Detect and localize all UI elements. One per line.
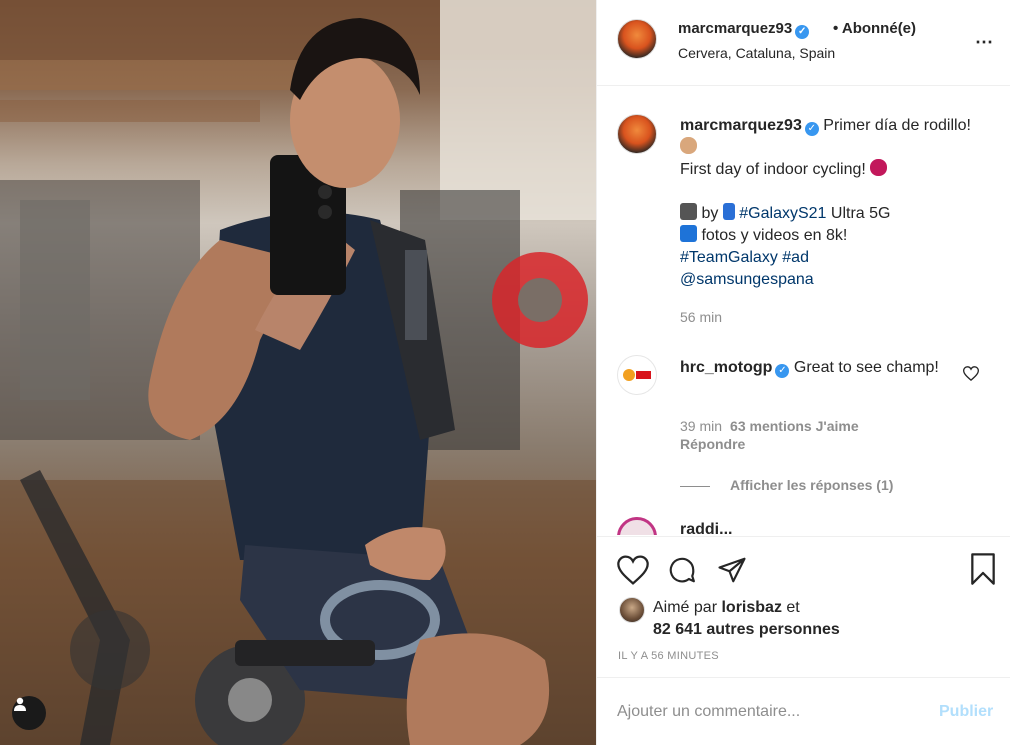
- caption-line1: Primer día de rodillo!: [823, 117, 971, 134]
- verified-icon: ✓: [804, 122, 819, 136]
- commenter-avatar[interactable]: [617, 355, 657, 395]
- camera-emoji: [680, 203, 697, 220]
- post-timestamp[interactable]: IL Y A 56 MINUTES: [618, 650, 719, 662]
- comment-input[interactable]: [617, 698, 927, 726]
- comment-item: hrc_motogp ✓ Great to see champ!: [680, 357, 940, 379]
- caption-line2: First day of indoor cycling!: [680, 161, 866, 178]
- mention-samsungespana[interactable]: @samsungespana: [680, 271, 814, 288]
- caption-username[interactable]: marcmarquez93: [680, 117, 802, 134]
- comment-time[interactable]: 39 min: [680, 418, 722, 434]
- liker-avatar[interactable]: [619, 597, 645, 623]
- show-replies-button[interactable]: Afficher les réponses (1): [680, 477, 893, 493]
- post-header: marcmarquez93 ✓ • Abonné(e) Cervera, Cata…: [597, 0, 1010, 86]
- show-replies-label: Afficher les réponses (1): [730, 477, 894, 493]
- top-emoji: [680, 225, 697, 242]
- caption-ultra: Ultra 5G: [830, 205, 891, 222]
- hashtag-teamgalaxy-ad[interactable]: #TeamGalaxy #ad: [680, 249, 809, 266]
- phone-emoji: [722, 203, 735, 220]
- likes-summary[interactable]: Aimé par lorisbaz et 82 641 autres perso…: [653, 597, 840, 641]
- caption-avatar[interactable]: [617, 114, 657, 154]
- user-tag-icon[interactable]: [12, 696, 46, 730]
- action-bar: Aimé par lorisbaz et 82 641 autres perso…: [597, 536, 1010, 676]
- comment-meta: 39 min 63 mentions J'aime Répondre: [680, 417, 859, 453]
- next-commenter-username[interactable]: raddi...: [680, 521, 732, 535]
- heart-icon[interactable]: [617, 555, 649, 588]
- post-photo[interactable]: [0, 0, 596, 745]
- likes-prefix: Aimé par: [653, 599, 718, 616]
- post-caption: marcmarquez93 ✓ Primer día de rodillo! Fi…: [680, 115, 980, 291]
- caption-line4: fotos y videos en 8k!: [701, 227, 848, 244]
- comment-like-heart-icon[interactable]: [962, 366, 980, 384]
- cyclist-emoji: [870, 159, 888, 176]
- photo-illustration: [0, 0, 596, 745]
- post-side-panel: marcmarquez93 ✓ • Abonné(e) Cervera, Cata…: [596, 0, 1010, 745]
- verified-icon: ✓: [795, 25, 810, 39]
- publish-button[interactable]: Publier: [939, 703, 993, 721]
- likes-user[interactable]: lorisbaz: [721, 599, 781, 616]
- share-icon[interactable]: [717, 555, 747, 588]
- comment-likes[interactable]: 63 mentions J'aime: [730, 418, 859, 434]
- commenter-username[interactable]: hrc_motogp: [680, 359, 772, 376]
- bookmark-icon[interactable]: [969, 553, 997, 588]
- flexed-biceps-emoji: [680, 137, 697, 154]
- replies-divider: [680, 485, 710, 487]
- author-avatar[interactable]: [617, 19, 657, 59]
- more-icon[interactable]: ⋯: [975, 32, 994, 53]
- author-username[interactable]: marcmarquez93 ✓: [678, 20, 810, 39]
- caption-time[interactable]: 56 min: [680, 309, 722, 325]
- comment-icon[interactable]: [667, 555, 697, 588]
- hashtag-galaxys21[interactable]: #GalaxyS21: [739, 205, 826, 222]
- caption-by: by: [701, 205, 719, 222]
- likes-others[interactable]: 82 641 autres personnes: [653, 621, 840, 638]
- author-username-text[interactable]: marcmarquez93: [678, 20, 792, 37]
- follow-status[interactable]: • Abonné(e): [833, 20, 916, 37]
- add-comment-bar: Publier: [597, 677, 1010, 745]
- reply-button[interactable]: Répondre: [680, 435, 859, 453]
- next-commenter-avatar[interactable]: [617, 517, 657, 535]
- comments-section[interactable]: marcmarquez93 ✓ Primer día de rodillo! Fi…: [597, 87, 1010, 535]
- comment-text: Great to see champ!: [793, 359, 939, 376]
- verified-icon: ✓: [775, 364, 790, 378]
- likes-suffix: et: [786, 599, 800, 616]
- post-location[interactable]: Cervera, Cataluna, Spain: [678, 45, 835, 61]
